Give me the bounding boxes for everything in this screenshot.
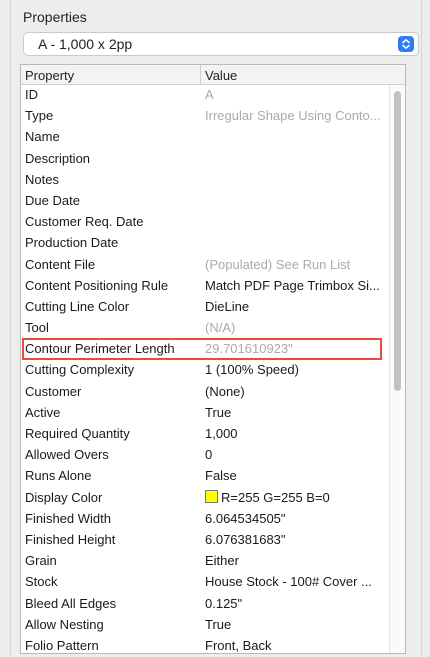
property-value[interactable]: 29.701610923": [205, 341, 387, 356]
property-name: Content Positioning Rule: [25, 277, 169, 293]
table-row[interactable]: Production Date: [21, 233, 389, 254]
property-name: Allowed Overs: [25, 447, 109, 463]
property-name: Allow Nesting: [25, 616, 104, 632]
table-header: Property Value: [21, 65, 405, 85]
property-name: Runs Alone: [25, 468, 92, 484]
property-name: Finished Height: [25, 531, 116, 547]
property-value[interactable]: A: [205, 87, 387, 102]
property-name: Customer Req. Date: [25, 214, 144, 230]
table-row[interactable]: Required Quantity 1,000: [21, 424, 389, 445]
property-name: Stock: [25, 574, 58, 590]
color-swatch-icon: [205, 489, 218, 503]
property-name: Required Quantity: [25, 426, 130, 441]
table-row[interactable]: Description: [21, 149, 389, 170]
property-value[interactable]: 1 (100% Speed): [205, 362, 387, 377]
property-value[interactable]: 6.064534505": [205, 511, 387, 526]
table-row[interactable]: Content Positioning Rule Match PDF Page T…: [21, 276, 389, 297]
table-row[interactable]: Allow Nesting True: [21, 615, 389, 636]
table-row[interactable]: Display Color R=255 G=255 B=0: [21, 488, 389, 509]
property-name: ID: [25, 87, 38, 102]
vertical-scrollbar[interactable]: [389, 85, 405, 653]
table-row[interactable]: Runs Alone False: [21, 466, 389, 487]
table-row[interactable]: Cutting Complexity 1 (100% Speed): [21, 360, 389, 381]
property-name: Due Date: [25, 192, 80, 208]
property-value[interactable]: Irregular Shape Using Conto...: [205, 108, 387, 123]
column-header-property[interactable]: Property: [25, 68, 74, 83]
property-value[interactable]: 0: [205, 447, 387, 462]
property-name: Name: [25, 129, 60, 145]
property-name: Content File: [25, 256, 96, 272]
part-selector-dropdown[interactable]: A - 1,000 x 2pp: [23, 32, 419, 56]
panel-title: Properties: [23, 9, 87, 25]
property-value[interactable]: R=255 G=255 B=0: [205, 489, 387, 505]
property-name: Cutting Complexity: [25, 362, 135, 378]
property-value[interactable]: 0.125": [205, 596, 387, 611]
table-row[interactable]: Stock House Stock - 100# Cover ...: [21, 572, 389, 593]
table-row[interactable]: Content File (Populated) See Run List: [21, 255, 389, 276]
property-name: Contour Perimeter Length: [25, 341, 175, 357]
property-name: Display Color: [25, 489, 103, 505]
table-row[interactable]: Tool (N/A): [21, 318, 389, 339]
property-name: Tool: [25, 320, 49, 336]
table-row[interactable]: Type Irregular Shape Using Conto...: [21, 106, 389, 127]
table-row[interactable]: Active True: [21, 403, 389, 424]
property-value[interactable]: Either: [205, 553, 387, 568]
table-row[interactable]: Customer (None): [21, 382, 389, 403]
table-row[interactable]: Allowed Overs 0: [21, 445, 389, 466]
property-name: Bleed All Edges: [25, 595, 117, 611]
property-name: Active: [25, 404, 61, 420]
table-row[interactable]: Name: [21, 127, 389, 148]
table-body: ID A Type Irregular Shape Using Conto... Nam…: [21, 85, 389, 653]
table-row[interactable]: ID A: [21, 85, 389, 106]
part-selector-value: A - 1,000 x 2pp: [38, 36, 133, 52]
property-name: Cutting Line Color: [25, 298, 130, 314]
property-value[interactable]: DieLine: [205, 299, 387, 314]
properties-table: Property Value ID A Type Irregular Shape Us…: [20, 64, 406, 654]
table-row[interactable]: Cutting Line Color DieLine: [21, 297, 389, 318]
property-value[interactable]: Match PDF Page Trimbox Si...: [205, 278, 387, 293]
color-value-text: R=255 G=255 B=0: [221, 489, 330, 505]
property-value[interactable]: True: [205, 405, 387, 420]
property-name: Notes: [25, 171, 59, 187]
property-name: Type: [25, 108, 54, 124]
chevron-updown-icon[interactable]: [398, 36, 414, 52]
property-name: Folio Pattern: [25, 637, 99, 653]
property-value[interactable]: (None): [205, 384, 387, 399]
property-name: Grain: [25, 553, 57, 569]
table-row[interactable]: Grain Either: [21, 551, 389, 572]
property-name: Description: [25, 150, 91, 166]
property-value[interactable]: Front, Back: [205, 638, 387, 653]
table-row[interactable]: Folio Pattern Front, Back: [21, 636, 389, 653]
column-divider[interactable]: [200, 65, 201, 85]
column-header-value[interactable]: Value: [205, 68, 237, 83]
table-row[interactable]: Customer Req. Date: [21, 212, 389, 233]
table-row[interactable]: Finished Height 6.076381683": [21, 530, 389, 551]
property-value[interactable]: (N/A): [205, 320, 387, 335]
property-name: Finished Width: [25, 510, 111, 526]
property-value[interactable]: (Populated) See Run List: [205, 257, 387, 272]
table-row[interactable]: Bleed All Edges 0.125": [21, 594, 389, 615]
property-value[interactable]: 6.076381683": [205, 532, 387, 547]
table-row[interactable]: Finished Width 6.064534505": [21, 509, 389, 530]
property-name: Customer: [25, 383, 82, 399]
table-row[interactable]: Contour Perimeter Length 29.701610923": [21, 339, 389, 360]
property-value[interactable]: False: [205, 468, 387, 483]
table-row[interactable]: Notes: [21, 170, 389, 191]
scrollbar-thumb[interactable]: [394, 91, 401, 391]
property-value[interactable]: House Stock - 100# Cover ...: [205, 574, 387, 589]
table-row[interactable]: Due Date: [21, 191, 389, 212]
property-value[interactable]: True: [205, 617, 387, 632]
property-name: Production Date: [25, 235, 119, 251]
property-value[interactable]: 1,000: [205, 426, 387, 441]
